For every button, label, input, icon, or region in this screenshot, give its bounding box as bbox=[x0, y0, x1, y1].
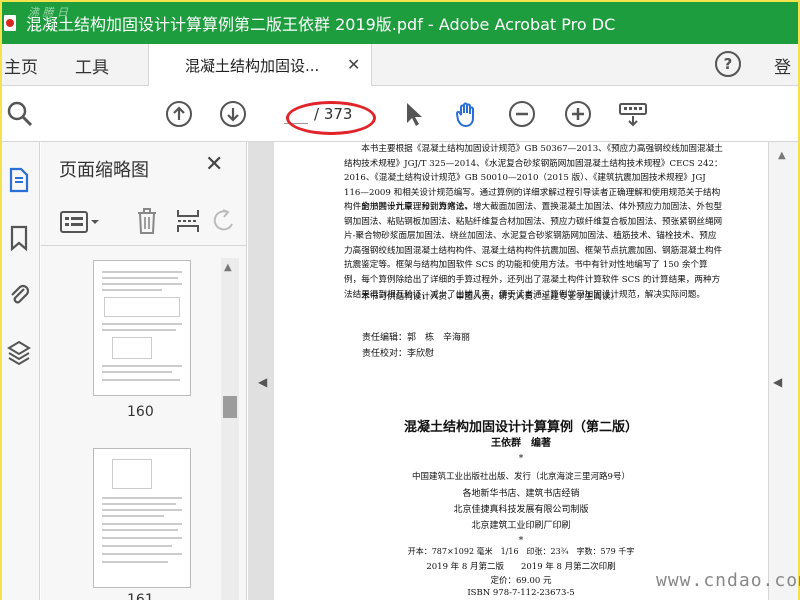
proofreader-line: 责任校对：李欣慰 bbox=[362, 349, 435, 359]
rotate-icon[interactable] bbox=[213, 208, 235, 234]
star-separator: * bbox=[518, 454, 524, 464]
help-icon[interactable]: ? bbox=[715, 51, 741, 77]
keyboard-icon[interactable] bbox=[618, 100, 648, 128]
book-title: 混凝土结构加固设计计算算例（第二版） bbox=[403, 420, 638, 435]
thumbnail-page[interactable] bbox=[93, 448, 191, 588]
pdf-page: 本书主要根据《混凝土结构加固设计规范》GB 50367—2013、《预应力高强钢… bbox=[274, 142, 768, 600]
printer-line: 北京建筑工业印刷厂印刷 bbox=[471, 521, 571, 531]
close-icon[interactable]: ✕ bbox=[205, 152, 223, 177]
thumbnail-page[interactable] bbox=[93, 260, 191, 396]
tab-home[interactable]: 主页 bbox=[4, 53, 38, 78]
thumbnail-scroll-thumb[interactable] bbox=[223, 396, 237, 418]
page-up-icon[interactable] bbox=[165, 100, 193, 128]
format-line: 开本：787×1092 毫米 1/16 印张：23¾ 字数：579 千字 bbox=[407, 547, 635, 556]
thumbnail-tools bbox=[41, 198, 247, 246]
collapse-left-arrow[interactable]: ◀ bbox=[258, 375, 267, 389]
annotation-highlight-oval bbox=[286, 101, 376, 135]
title-bar: 沸 腾 日 混凝土结构加固设计计算算例第二版王依群 2019版.pdf - Ad… bbox=[0, 0, 800, 44]
paperclip-icon[interactable] bbox=[6, 280, 32, 308]
document-scrollbar[interactable]: ▲ bbox=[768, 142, 798, 600]
author-line: 王依群 编著 bbox=[491, 438, 551, 449]
audience-paragraph: 本书可供结构设计人员、审图人员、研究人员、土建专业学生阅读。 bbox=[361, 292, 620, 302]
trash-icon[interactable] bbox=[135, 206, 159, 236]
publisher-line: 中国建筑工业出版社出版、发行（北京海淀三里河路9号） bbox=[412, 472, 630, 482]
collapse-right-arrow[interactable]: ◀ bbox=[773, 375, 782, 389]
window-title: 混凝土结构加固设计计算算例第二版王依群 2019版.pdf - Adobe Ac… bbox=[26, 15, 616, 34]
close-icon[interactable]: ✕ bbox=[347, 55, 360, 74]
layers-icon[interactable] bbox=[6, 338, 32, 366]
thumbnail-scrollbar[interactable] bbox=[221, 258, 239, 600]
tab-document[interactable]: 混凝土结构加固设... ✕ bbox=[148, 44, 372, 86]
left-rail bbox=[0, 142, 40, 600]
page-thumbnails-icon[interactable] bbox=[6, 166, 32, 194]
editors-line: 责任编辑：郭 栋 辛海丽 bbox=[362, 333, 471, 343]
thumbnail-page-label: 160 bbox=[127, 404, 154, 420]
tab-tools[interactable]: 工具 bbox=[75, 53, 109, 78]
options-menu-icon[interactable] bbox=[59, 210, 101, 234]
thumbnail-panel: 页面缩略图 ✕ ▲ 160 161 bbox=[41, 142, 247, 600]
bookmark-icon[interactable] bbox=[6, 224, 32, 252]
page-down-icon[interactable] bbox=[219, 100, 247, 128]
zoom-out-icon[interactable] bbox=[508, 100, 536, 128]
tab-row: 主页 工具 混凝土结构加固设... ✕ ? 登 bbox=[0, 44, 800, 86]
search-icon[interactable] bbox=[6, 100, 34, 128]
select-cursor-icon[interactable] bbox=[400, 100, 428, 128]
hand-tool-icon[interactable] bbox=[453, 100, 481, 128]
signin-button[interactable]: 登 bbox=[774, 53, 791, 78]
zoom-in-icon[interactable] bbox=[564, 100, 592, 128]
extract-pages-icon[interactable] bbox=[175, 206, 201, 236]
scroll-up-arrow[interactable]: ▲ bbox=[778, 150, 786, 161]
star-separator: * bbox=[518, 536, 524, 546]
typesetter-line: 北京佳捷真科技发展有限公司制版 bbox=[453, 505, 589, 515]
distributor-line: 各地新华书店、建筑书店经销 bbox=[462, 489, 580, 499]
acrobat-icon bbox=[4, 15, 16, 31]
scroll-up-arrow[interactable]: ▲ bbox=[224, 262, 232, 273]
thumbnail-page-label: 161 bbox=[127, 592, 154, 600]
document-tab-label: 混凝土结构加固设... bbox=[185, 57, 320, 75]
panel-title: 页面缩略图 bbox=[59, 160, 149, 181]
site-watermark: www.cndao.com bbox=[656, 570, 800, 591]
contents-paragraph: 全书共十九章，分别为绪论、增大截面加固法、置换混凝土加固法、体外预应力加固法、外… bbox=[344, 202, 723, 300]
toolbar: / 373 bbox=[0, 86, 800, 142]
corner-watermark: 沸 腾 日 bbox=[28, 6, 68, 19]
